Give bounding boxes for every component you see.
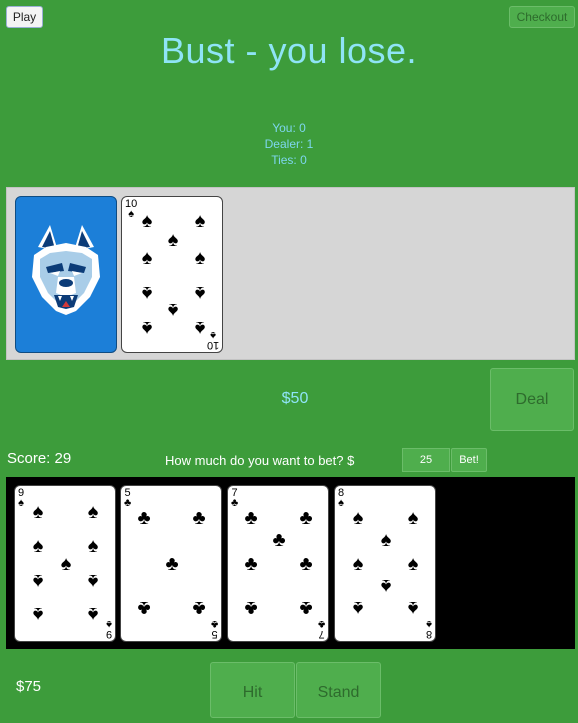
hit-button[interactable]: Hit [210, 662, 295, 718]
club-icon: ♣ [137, 507, 151, 529]
checkout-button[interactable]: Checkout [509, 6, 575, 28]
club-icon: ♣ [299, 597, 313, 619]
club-icon: ♣ [244, 507, 258, 529]
play-button[interactable]: Play [6, 6, 43, 28]
club-icon: ♣ [137, 597, 151, 619]
player-score: Score: 29 [7, 450, 72, 467]
spade-icon: ♠ [87, 570, 99, 592]
spade-icon: ♠ [141, 210, 153, 232]
player-card-8-spades: 8 ♠ ♠ ♠ ♠ ♠ ♠ ♠ ♠ ♠ 8 ♠ [334, 485, 436, 642]
spade-icon: ♠ [32, 501, 44, 523]
spade-icon: ♠ [352, 597, 364, 619]
spade-icon: ♠ [141, 317, 153, 339]
card-corner-top: 9 ♠ [18, 488, 24, 509]
club-icon: ♣ [272, 529, 286, 551]
spade-icon: ♠ [32, 603, 44, 625]
bet-prompt: How much do you want to bet? $ [165, 453, 355, 468]
club-icon: ♣ [317, 618, 325, 630]
dealer-card-10-spades: 10 ♠ ♠ ♠ ♠ ♠ ♠ ♠ ♠ ♠ ♠ ♠ 10 ♠ [121, 196, 223, 353]
club-icon: ♣ [165, 553, 179, 575]
card-corner-top: 5 ♣ [124, 488, 132, 509]
player-card-9-spades: 9 ♠ ♠ ♠ ♠ ♠ ♠ ♠ ♠ ♠ ♠ 9 ♠ [14, 485, 116, 642]
card-corner-bottom: 10 ♠ [207, 329, 219, 351]
wolf-mascot-icon [32, 225, 100, 315]
club-icon: ♣ [244, 553, 258, 575]
club-icon: ♣ [124, 497, 132, 509]
deal-button[interactable]: Deal [490, 368, 574, 431]
club-icon: ♣ [192, 597, 206, 619]
spade-icon: ♠ [87, 501, 99, 523]
spade-icon: ♠ [352, 507, 364, 529]
spade-icon: ♠ [380, 529, 392, 551]
game-status-message: Bust - you lose. [160, 30, 418, 71]
club-icon: ♣ [244, 597, 258, 619]
spade-icon: ♠ [87, 603, 99, 625]
stand-button[interactable]: Stand [296, 662, 381, 718]
spade-icon: ♠ [380, 575, 392, 597]
spade-icon: ♠ [32, 570, 44, 592]
spade-icon: ♠ [426, 618, 432, 630]
player-money: $75 [16, 678, 42, 695]
spade-icon: ♠ [338, 497, 344, 509]
club-icon: ♣ [192, 507, 206, 529]
spade-icon: ♠ [167, 229, 179, 251]
spade-icon: ♠ [18, 497, 24, 509]
club-icon: ♣ [231, 497, 239, 509]
tally-ties: Ties: 0 [271, 153, 307, 167]
card-corner-bottom: 8 ♠ [426, 618, 432, 640]
tally-you: You: 0 [272, 121, 306, 135]
card-corner-bottom: 5 ♣ [210, 618, 218, 640]
card-corner-top: 7 ♣ [231, 488, 239, 509]
spade-icon: ♠ [141, 247, 153, 269]
club-icon: ♣ [299, 553, 313, 575]
player-hand-area: 9 ♠ ♠ ♠ ♠ ♠ ♠ ♠ ♠ ♠ ♠ 9 ♠ 5 ♣ ♣ ♣ ♣ ♣ ♣ … [6, 477, 575, 649]
spade-icon: ♠ [407, 553, 419, 575]
spade-icon: ♠ [167, 299, 179, 321]
club-icon: ♣ [299, 507, 313, 529]
card-back [15, 196, 117, 353]
spade-icon: ♠ [32, 535, 44, 557]
spade-icon: ♠ [106, 618, 112, 630]
player-card-7-clubs: 7 ♣ ♣ ♣ ♣ ♣ ♣ ♣ ♣ 7 ♣ [227, 485, 329, 642]
spade-icon: ♠ [194, 282, 206, 304]
club-icon: ♣ [210, 618, 218, 630]
score-tally: You: 0 Dealer: 1 Ties: 0 [0, 120, 578, 168]
spade-icon: ♠ [194, 247, 206, 269]
spade-icon: ♠ [60, 553, 72, 575]
bet-amount-input[interactable] [402, 448, 450, 472]
spade-icon: ♠ [87, 535, 99, 557]
tally-dealer: Dealer: 1 [264, 137, 314, 151]
spade-icon: ♠ [194, 210, 206, 232]
dealer-hand-area: 10 ♠ ♠ ♠ ♠ ♠ ♠ ♠ ♠ ♠ ♠ ♠ 10 ♠ [6, 187, 575, 360]
spade-icon: ♠ [407, 507, 419, 529]
card-corner-bottom: 7 ♣ [317, 618, 325, 640]
card-corner-top: 10 ♠ [125, 199, 137, 220]
spade-icon: ♠ [141, 282, 153, 304]
spade-icon: ♠ [128, 208, 135, 220]
spade-icon: ♠ [407, 597, 419, 619]
player-card-5-clubs: 5 ♣ ♣ ♣ ♣ ♣ ♣ 5 ♣ [120, 485, 222, 642]
card-corner-bottom: 9 ♠ [106, 618, 112, 640]
spade-icon: ♠ [352, 553, 364, 575]
bet-button[interactable]: Bet! [451, 448, 487, 472]
card-corner-top: 8 ♠ [338, 488, 344, 509]
